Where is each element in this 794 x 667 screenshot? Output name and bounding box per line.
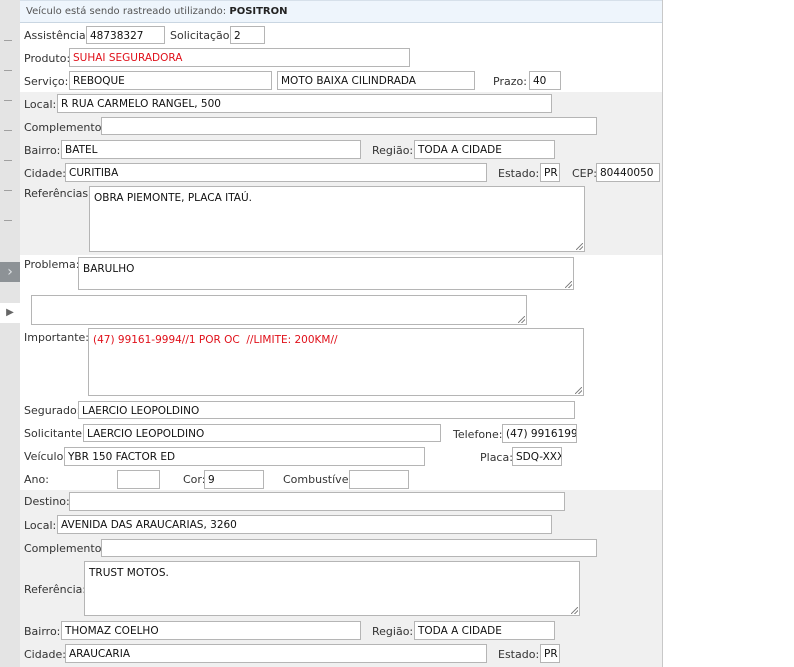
tracking-banner: Veículo está sendo rastreado utilizando:… <box>20 0 662 23</box>
sidebar-divider <box>4 40 12 41</box>
referencias-label: Referências: <box>24 187 92 200</box>
bairro-input[interactable]: BATEL <box>61 140 361 159</box>
destino-regiao-input[interactable]: TODA A CIDADE <box>414 621 555 640</box>
local-input[interactable]: R RUA CARMELO RANGEL, 500 <box>57 94 552 113</box>
cor-label: Cor: <box>183 473 206 486</box>
estado-input[interactable]: PR <box>540 163 560 182</box>
placa-input[interactable]: SDQ-XXX0 <box>512 447 562 466</box>
estado-label: Estado: <box>498 648 540 661</box>
cidade-input[interactable]: CURITIBA <box>65 163 487 182</box>
complemento-label: Complemento: <box>24 121 106 134</box>
expand-button[interactable]: ▶ <box>0 303 20 323</box>
complemento-input[interactable] <box>101 117 597 135</box>
triangle-right-icon: ▶ <box>6 307 14 318</box>
sidebar-divider <box>4 190 12 191</box>
solicitante-label: Solicitante: <box>24 427 86 440</box>
complemento-label: Complemento: <box>24 542 106 555</box>
cidade-label: Cidade: <box>24 167 66 180</box>
solicitacao-label: Solicitação: <box>170 29 234 42</box>
problema-label: Problema: <box>24 258 80 271</box>
referencias-textarea[interactable]: OBRA PIEMONTE, PLACA ITAÚ. <box>89 186 585 252</box>
service-form-panel: Veículo está sendo rastreado utilizando:… <box>20 0 663 667</box>
assistencia-label: Assistência: <box>24 29 90 42</box>
destino-label: Destino: <box>24 495 70 508</box>
problema-extra-textarea[interactable] <box>31 295 527 325</box>
destino-local-input[interactable]: AVENIDA DAS ARAUCARIAS, 3260 <box>57 515 552 534</box>
cep-label: CEP: <box>572 167 597 180</box>
problema-textarea[interactable]: BARULHO <box>78 257 574 290</box>
bairro-label: Bairro: <box>24 144 61 157</box>
solicitante-input[interactable]: LAERCIO LEOPOLDINO <box>83 424 441 442</box>
telefone-input[interactable]: (47) 991619994 <box>502 424 577 443</box>
estado-label: Estado: <box>498 167 540 180</box>
segurado-label: Segurado: <box>24 404 81 417</box>
prazo-label: Prazo: <box>493 75 527 88</box>
combustivel-label: Combustível: <box>283 473 356 486</box>
sidebar-divider <box>4 100 12 101</box>
referencia-label: Referência: <box>24 583 87 596</box>
destino-cidade-input[interactable]: ARAUCARIA <box>65 644 487 663</box>
servico-input[interactable]: REBOQUE <box>69 71 272 90</box>
sidebar-divider <box>4 220 12 221</box>
regiao-label: Região: <box>372 144 414 157</box>
servico-tipo-input[interactable]: MOTO BAIXA CILINDRADA <box>277 71 475 90</box>
destino-estado-input[interactable]: PR <box>540 644 560 663</box>
solicitacao-input[interactable]: 2 <box>230 26 265 44</box>
cep-input[interactable]: 80440050 <box>596 163 660 182</box>
tracking-system: POSITRON <box>229 6 288 17</box>
produto-label: Produto: <box>24 52 71 65</box>
importante-textarea[interactable]: (47) 99161-9994//1 POR OC //LIMITE: 200K… <box>88 328 584 396</box>
tracking-text: Veículo está sendo rastreado utilizando: <box>26 6 230 17</box>
cor-input[interactable]: 9 <box>204 470 264 489</box>
local-label: Local: <box>24 98 57 111</box>
local-label: Local: <box>24 519 57 532</box>
regiao-label: Região: <box>372 625 414 638</box>
servico-label: Serviço: <box>24 75 69 88</box>
sidebar-toggle-button[interactable]: › <box>0 262 20 282</box>
chevron-right-icon: › <box>7 264 13 280</box>
telefone-label: Telefone: <box>453 428 503 441</box>
cidade-label: Cidade: <box>24 648 66 661</box>
segurado-input[interactable]: LAERCIO LEOPOLDINO <box>78 401 575 419</box>
ano-label: Ano: <box>24 473 49 486</box>
importante-label: Importante: <box>24 331 90 344</box>
bairro-label: Bairro: <box>24 625 61 638</box>
sidebar-divider <box>4 160 12 161</box>
veiculo-label: Veículo: <box>24 450 68 463</box>
destino-referencia-textarea[interactable]: TRUST MOTOS. <box>84 561 580 616</box>
ano-input[interactable] <box>117 470 160 489</box>
destino-complemento-input[interactable] <box>101 539 597 557</box>
regiao-input[interactable]: TODA A CIDADE <box>414 140 555 159</box>
sidebar-divider <box>4 130 12 131</box>
combustivel-input[interactable] <box>349 470 409 489</box>
prazo-input[interactable]: 40 <box>529 71 561 90</box>
destino-input[interactable] <box>69 492 565 511</box>
placa-label: Placa: <box>480 451 513 464</box>
destino-bairro-input[interactable]: THOMAZ COELHO <box>61 621 361 640</box>
veiculo-input[interactable]: YBR 150 FACTOR ED <box>64 447 425 466</box>
sidebar-divider <box>4 70 12 71</box>
assistencia-input[interactable]: 48738327 <box>86 26 165 44</box>
left-sidebar-strip <box>0 0 21 667</box>
produto-input[interactable]: SUHAI SEGURADORA <box>69 48 410 67</box>
